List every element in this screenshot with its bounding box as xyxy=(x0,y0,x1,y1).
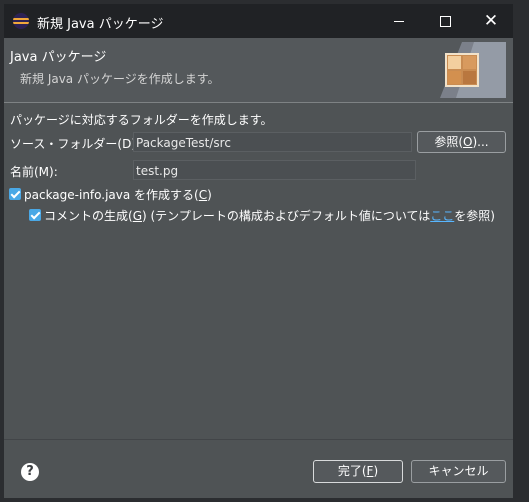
package-name-input[interactable]: test.pg xyxy=(133,160,416,180)
package-wizard-banner-icon xyxy=(440,42,506,98)
minimize-button[interactable] xyxy=(376,4,422,38)
wizard-title: Java パッケージ xyxy=(10,50,107,65)
desktop-background: 新規 Java パッケージ ✕ Java パッケージ 新規 Java パッケージ… xyxy=(0,0,529,502)
minimize-icon xyxy=(394,20,404,22)
footer-separator xyxy=(4,439,513,440)
maximize-icon xyxy=(439,15,451,27)
new-package-dialog: Java パッケージ 新規 Java パッケージを作成します。 パッケージに対応… xyxy=(4,38,513,498)
maximize-button[interactable] xyxy=(422,4,468,38)
source-folder-label: ソース・フォルダー(D): xyxy=(10,137,141,151)
instruction-text: パッケージに対応するフォルダーを作成します。 xyxy=(10,113,273,127)
package-name-value: test.pg xyxy=(136,164,179,178)
wizard-header: Java パッケージ 新規 Java パッケージを作成します。 xyxy=(4,38,513,103)
generate-comments-checkbox[interactable] xyxy=(29,209,41,221)
eclipse-icon xyxy=(13,13,29,29)
browse-button[interactable]: 参照(O)... xyxy=(417,131,506,153)
package-info-label[interactable]: package-info.java を作成する(C) xyxy=(24,186,212,203)
finish-button[interactable]: 完了(F) xyxy=(313,460,403,483)
wizard-description: 新規 Java パッケージを作成します。 xyxy=(20,72,220,86)
window-title: 新規 Java パッケージ xyxy=(37,17,164,32)
close-icon: ✕ xyxy=(483,10,499,31)
title-bar[interactable]: 新規 Java パッケージ ✕ xyxy=(4,4,513,38)
source-folder-value: PackageTest/src xyxy=(136,136,231,150)
cancel-button[interactable]: キャンセル xyxy=(411,460,506,483)
close-button[interactable]: ✕ xyxy=(468,4,514,38)
source-folder-input[interactable]: PackageTest/src xyxy=(133,132,412,152)
generate-comments-label: コメントの生成(G) (テンプレートの構成およびデフォルト値についてはここを参照… xyxy=(44,209,495,223)
help-icon[interactable]: ? xyxy=(21,463,39,481)
package-info-checkbox[interactable] xyxy=(9,188,21,200)
templates-link[interactable]: ここ xyxy=(430,209,454,223)
name-label: 名前(M): xyxy=(10,165,58,179)
